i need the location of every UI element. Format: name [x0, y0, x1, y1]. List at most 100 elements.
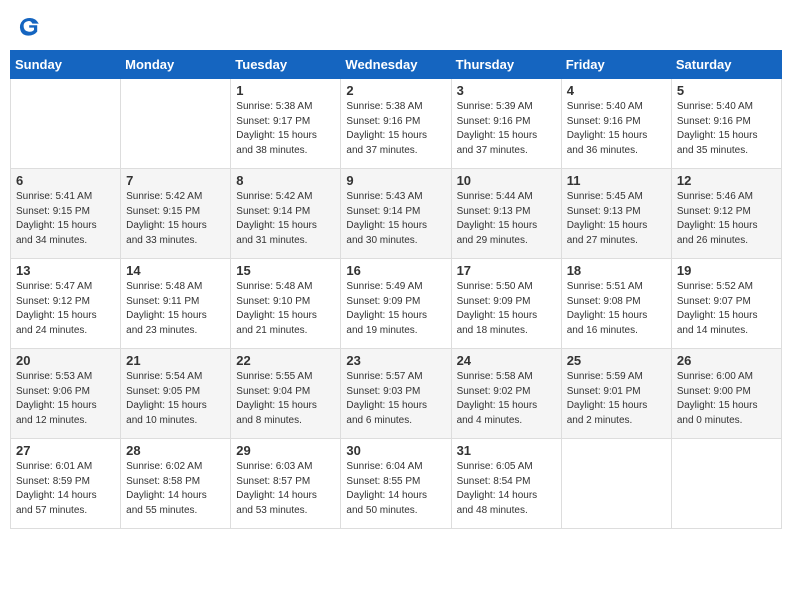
calendar-cell: 17 Sunrise: 5:50 AM Sunset: 9:09 PM Dayli… — [451, 259, 561, 349]
day-info: Sunrise: 6:05 AM Sunset: 8:54 PM Dayligh… — [457, 460, 556, 518]
day-info: Sunrise: 5:40 AM Sunset: 9:16 PM Dayligh… — [567, 100, 666, 158]
calendar-cell: 11Sunrise: 5:45 AM Sunset: 9:13 PM Dayli… — [561, 169, 671, 259]
weekday-header: Friday — [561, 51, 671, 79]
day-number: 11 — [567, 173, 666, 188]
day-info: Sunrise: 5:42 AM Sunset: 9:14 PM Dayligh… — [236, 190, 335, 248]
logo-icon — [18, 14, 42, 38]
day-number: 4 — [567, 83, 666, 98]
weekday-header: Thursday — [451, 51, 561, 79]
day-number: 27 — [16, 443, 115, 458]
calendar-cell: 20 Sunrise: 5:53 AM Sunset: 9:06 PM Dayli… — [11, 349, 121, 439]
day-info: Sunrise: 5:58 AM Sunset: 9:02 PM Dayligh… — [457, 370, 556, 428]
day-number: 14 — [126, 263, 225, 278]
calendar-cell: 22Sunrise: 5:55 AM Sunset: 9:04 PM Dayli… — [231, 349, 341, 439]
day-info: Sunrise: 6:03 AM Sunset: 8:57 PM Dayligh… — [236, 460, 335, 518]
weekday-header: Sunday — [11, 51, 121, 79]
day-number: 21 — [126, 353, 225, 368]
calendar-cell: 27 Sunrise: 6:01 AM Sunset: 8:59 PM Dayli… — [11, 439, 121, 529]
day-number: 25 — [567, 353, 666, 368]
calendar-cell: 5Sunrise: 5:40 AM Sunset: 9:16 PM Daylig… — [671, 79, 781, 169]
day-number: 20 — [16, 353, 115, 368]
calendar-cell — [121, 79, 231, 169]
calendar-cell: 4 Sunrise: 5:40 AM Sunset: 9:16 PM Daylig… — [561, 79, 671, 169]
day-info: Sunrise: 5:42 AM Sunset: 9:15 PM Dayligh… — [126, 190, 225, 248]
calendar-cell: 9 Sunrise: 5:43 AM Sunset: 9:14 PM Daylig… — [341, 169, 451, 259]
day-info: Sunrise: 5:59 AM Sunset: 9:01 PM Dayligh… — [567, 370, 666, 428]
day-number: 15 — [236, 263, 335, 278]
day-number: 31 — [457, 443, 556, 458]
calendar-cell: 28 Sunrise: 6:02 AM Sunset: 8:58 PM Dayli… — [121, 439, 231, 529]
day-info: Sunrise: 5:53 AM Sunset: 9:06 PM Dayligh… — [16, 370, 115, 428]
calendar-cell: 3 Sunrise: 5:39 AM Sunset: 9:16 PM Daylig… — [451, 79, 561, 169]
calendar-cell: 19 Sunrise: 5:52 AM Sunset: 9:07 PM Dayli… — [671, 259, 781, 349]
calendar-cell: 25 Sunrise: 5:59 AM Sunset: 9:01 PM Dayli… — [561, 349, 671, 439]
calendar-cell — [561, 439, 671, 529]
day-info: Sunrise: 5:38 AM Sunset: 9:17 PM Dayligh… — [236, 100, 335, 158]
day-number: 24 — [457, 353, 556, 368]
calendar-cell: 15 Sunrise: 5:48 AM Sunset: 9:10 PM Dayli… — [231, 259, 341, 349]
calendar-cell — [671, 439, 781, 529]
calendar-cell: 21 Sunrise: 5:54 AM Sunset: 9:05 PM Dayli… — [121, 349, 231, 439]
calendar-table: SundayMondayTuesdayWednesdayThursdayFrid… — [10, 50, 782, 529]
day-info: Sunrise: 5:39 AM Sunset: 9:16 PM Dayligh… — [457, 100, 556, 158]
logo — [18, 14, 46, 38]
calendar-body: 1 Sunrise: 5:38 AM Sunset: 9:17 PM Daylig… — [11, 79, 782, 529]
calendar-cell: 12Sunrise: 5:46 AM Sunset: 9:12 PM Dayli… — [671, 169, 781, 259]
day-info: Sunrise: 5:55 AM Sunset: 9:04 PM Dayligh… — [236, 370, 335, 428]
weekday-header: Tuesday — [231, 51, 341, 79]
day-info: Sunrise: 5:52 AM Sunset: 9:07 PM Dayligh… — [677, 280, 776, 338]
calendar-week-row: 27 Sunrise: 6:01 AM Sunset: 8:59 PM Dayli… — [11, 439, 782, 529]
page-header — [10, 10, 782, 42]
calendar-cell: 6 Sunrise: 5:41 AM Sunset: 9:15 PM Daylig… — [11, 169, 121, 259]
day-info: Sunrise: 5:57 AM Sunset: 9:03 PM Dayligh… — [346, 370, 445, 428]
day-number: 13 — [16, 263, 115, 278]
day-number: 6 — [16, 173, 115, 188]
day-info: Sunrise: 5:48 AM Sunset: 9:11 PM Dayligh… — [126, 280, 225, 338]
weekday-header: Wednesday — [341, 51, 451, 79]
day-number: 7 — [126, 173, 225, 188]
day-number: 30 — [346, 443, 445, 458]
day-number: 29 — [236, 443, 335, 458]
day-info: Sunrise: 5:41 AM Sunset: 9:15 PM Dayligh… — [16, 190, 115, 248]
calendar-cell: 13 Sunrise: 5:47 AM Sunset: 9:12 PM Dayli… — [11, 259, 121, 349]
day-info: Sunrise: 6:02 AM Sunset: 8:58 PM Dayligh… — [126, 460, 225, 518]
calendar-cell: 10Sunrise: 5:44 AM Sunset: 9:13 PM Dayli… — [451, 169, 561, 259]
calendar-cell: 31 Sunrise: 6:05 AM Sunset: 8:54 PM Dayli… — [451, 439, 561, 529]
calendar-header-row: SundayMondayTuesdayWednesdayThursdayFrid… — [11, 51, 782, 79]
weekday-header: Saturday — [671, 51, 781, 79]
calendar-week-row: 6 Sunrise: 5:41 AM Sunset: 9:15 PM Daylig… — [11, 169, 782, 259]
day-number: 3 — [457, 83, 556, 98]
day-number: 5 — [677, 83, 776, 98]
day-info: Sunrise: 5:50 AM Sunset: 9:09 PM Dayligh… — [457, 280, 556, 338]
day-number: 1 — [236, 83, 335, 98]
day-number: 18 — [567, 263, 666, 278]
calendar-cell: 16 Sunrise: 5:49 AM Sunset: 9:09 PM Dayli… — [341, 259, 451, 349]
calendar-week-row: 20 Sunrise: 5:53 AM Sunset: 9:06 PM Dayli… — [11, 349, 782, 439]
day-number: 16 — [346, 263, 445, 278]
calendar-cell: 29 Sunrise: 6:03 AM Sunset: 8:57 PM Dayli… — [231, 439, 341, 529]
day-info: Sunrise: 6:01 AM Sunset: 8:59 PM Dayligh… — [16, 460, 115, 518]
day-info: Sunrise: 5:43 AM Sunset: 9:14 PM Dayligh… — [346, 190, 445, 248]
day-info: Sunrise: 5:47 AM Sunset: 9:12 PM Dayligh… — [16, 280, 115, 338]
calendar-cell — [11, 79, 121, 169]
day-number: 26 — [677, 353, 776, 368]
day-info: Sunrise: 5:38 AM Sunset: 9:16 PM Dayligh… — [346, 100, 445, 158]
day-number: 17 — [457, 263, 556, 278]
day-info: Sunrise: 5:51 AM Sunset: 9:08 PM Dayligh… — [567, 280, 666, 338]
calendar-cell: 7 Sunrise: 5:42 AM Sunset: 9:15 PM Daylig… — [121, 169, 231, 259]
day-info: Sunrise: 5:44 AM Sunset: 9:13 PM Dayligh… — [457, 190, 556, 248]
calendar-week-row: 1 Sunrise: 5:38 AM Sunset: 9:17 PM Daylig… — [11, 79, 782, 169]
calendar-cell: 14 Sunrise: 5:48 AM Sunset: 9:11 PM Dayli… — [121, 259, 231, 349]
day-number: 9 — [346, 173, 445, 188]
day-info: Sunrise: 5:54 AM Sunset: 9:05 PM Dayligh… — [126, 370, 225, 428]
calendar-cell: 24 Sunrise: 5:58 AM Sunset: 9:02 PM Dayli… — [451, 349, 561, 439]
day-info: Sunrise: 5:46 AM Sunset: 9:12 PM Dayligh… — [677, 190, 776, 248]
day-info: Sunrise: 5:48 AM Sunset: 9:10 PM Dayligh… — [236, 280, 335, 338]
day-number: 28 — [126, 443, 225, 458]
day-number: 8 — [236, 173, 335, 188]
calendar-cell: 2Sunrise: 5:38 AM Sunset: 9:16 PM Daylig… — [341, 79, 451, 169]
day-number: 19 — [677, 263, 776, 278]
calendar-cell: 23Sunrise: 5:57 AM Sunset: 9:03 PM Dayli… — [341, 349, 451, 439]
day-info: Sunrise: 5:49 AM Sunset: 9:09 PM Dayligh… — [346, 280, 445, 338]
calendar-cell: 26Sunrise: 6:00 AM Sunset: 9:00 PM Dayli… — [671, 349, 781, 439]
